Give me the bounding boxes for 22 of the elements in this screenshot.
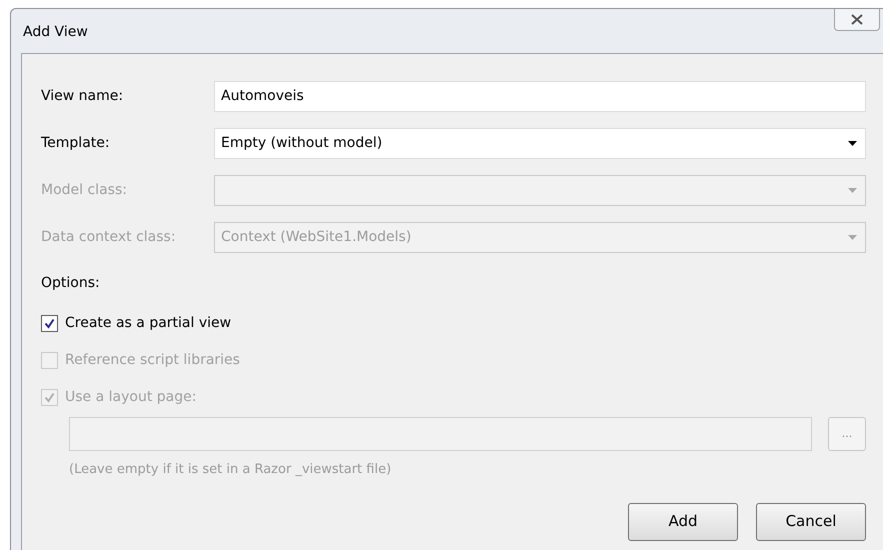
field-label: View name:: [41, 87, 124, 106]
close-button[interactable]: [834, 9, 880, 31]
field-label: Template:: [41, 134, 111, 153]
checkbox-label: Create as a partial view: [65, 314, 232, 332]
checkbox-label: Reference script libraries: [65, 350, 240, 370]
caret-icon: [848, 188, 857, 193]
checkbox[interactable]: [41, 314, 58, 332]
dialog-button[interactable]: Add: [628, 502, 738, 540]
caret-icon: [848, 141, 857, 146]
hint-text: (Leave empty if it is set in a Razor _viewstart file): [69, 461, 392, 479]
caret-icon: [848, 235, 857, 240]
dialog-button[interactable]: Cancel: [756, 502, 866, 540]
window-title: Add View: [23, 23, 88, 42]
checkbox-label: Use a layout page:: [65, 388, 196, 406]
checkmark-icon: [44, 318, 55, 328]
checkmark-icon: [44, 392, 55, 402]
dropdown[interactable]: Empty (without model): [214, 128, 866, 159]
text-field[interactable]: Automoveis: [214, 81, 866, 112]
field-label: Model class:: [41, 181, 128, 200]
close-icon: [851, 14, 863, 25]
options-label: Options:: [41, 274, 101, 293]
field-label: Data context class:: [41, 228, 177, 247]
